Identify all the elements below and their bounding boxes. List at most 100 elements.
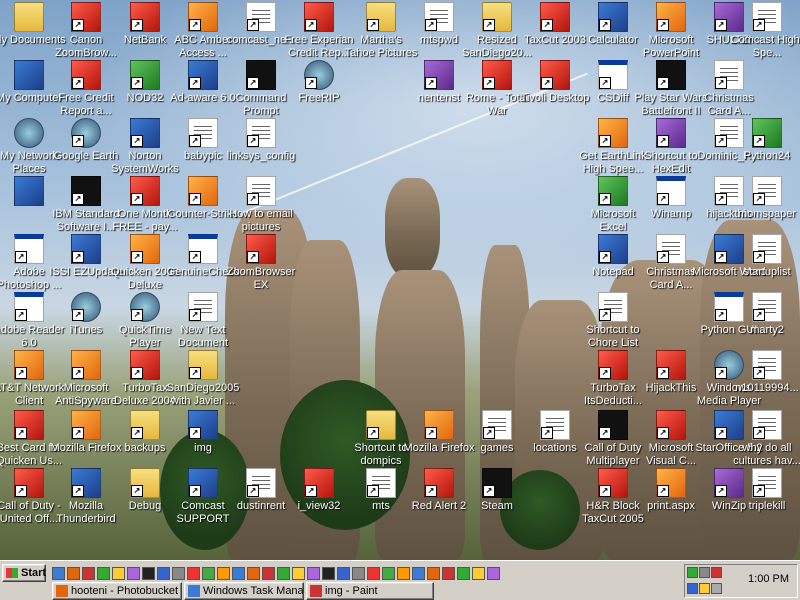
quick-launch-icon[interactable] bbox=[247, 566, 260, 580]
shortcut-arrow-icon: ↗ bbox=[753, 193, 765, 205]
quick-launch-icon[interactable] bbox=[67, 566, 80, 580]
desktop-icon-label: ZoomBrowser EX bbox=[226, 266, 296, 291]
update-icon[interactable] bbox=[699, 583, 710, 594]
quick-launch-icon[interactable] bbox=[382, 566, 395, 580]
messenger-icon[interactable] bbox=[687, 583, 698, 594]
quick-launch-icon[interactable] bbox=[442, 566, 455, 580]
doc-icon: ↗ bbox=[752, 176, 782, 206]
app-icon: ↗ bbox=[598, 234, 628, 264]
quick-launch-icon[interactable] bbox=[262, 566, 275, 580]
red-icon: ↗ bbox=[14, 468, 44, 498]
folder-icon: ↗ bbox=[188, 350, 218, 380]
doc-icon: ↗ bbox=[482, 410, 512, 440]
start-label: Start bbox=[21, 567, 47, 579]
quick-launch-icon[interactable] bbox=[187, 566, 200, 580]
desktop-icon[interactable]: ↗ Christmas Card A... bbox=[692, 60, 766, 118]
quick-launch-icon[interactable] bbox=[487, 566, 500, 580]
shortcut-arrow-icon: ↗ bbox=[367, 485, 379, 497]
quick-launch-icon[interactable] bbox=[112, 566, 125, 580]
desktop-icon[interactable]: ↗ Comcast High-Spe... bbox=[730, 2, 800, 60]
quick-launch-icon[interactable] bbox=[217, 566, 230, 580]
shortcut-arrow-icon: ↗ bbox=[247, 193, 259, 205]
desktop-icon[interactable]: ↗ FreeRIP bbox=[282, 60, 356, 105]
shortcut-arrow-icon: ↗ bbox=[72, 367, 84, 379]
app-icon: ↗ bbox=[71, 234, 101, 264]
desktop-icon-label: linksys_config bbox=[226, 150, 296, 162]
doc-icon: ↗ bbox=[752, 2, 782, 32]
quick-launch-icon[interactable] bbox=[142, 566, 155, 580]
desktop-icon-label: Python24 bbox=[743, 150, 791, 162]
quick-launch-icon[interactable] bbox=[412, 566, 425, 580]
shortcut-arrow-icon: ↗ bbox=[599, 193, 611, 205]
doc-icon: ↗ bbox=[752, 410, 782, 440]
quick-launch-icon[interactable] bbox=[52, 566, 65, 580]
desktop-icon[interactable]: ↗ ZoomBrowser EX bbox=[224, 234, 298, 292]
shortcut-arrow-icon: ↗ bbox=[131, 427, 143, 439]
desktop-icon[interactable]: ↗ Steam bbox=[460, 468, 534, 513]
red-icon: ↗ bbox=[71, 60, 101, 90]
quick-launch-icon[interactable] bbox=[202, 566, 215, 580]
shortcut-arrow-icon: ↗ bbox=[483, 19, 495, 31]
desktop-icon[interactable]: ↗ Python24 bbox=[730, 118, 800, 163]
quick-launch-icon[interactable] bbox=[127, 566, 140, 580]
quick-launch-icon[interactable] bbox=[97, 566, 110, 580]
quick-launch-icon[interactable] bbox=[307, 566, 320, 580]
shortcut-arrow-icon: ↗ bbox=[599, 367, 611, 379]
desktop-icon[interactable]: ↗ img bbox=[166, 410, 240, 455]
shortcut-arrow-icon: ↗ bbox=[131, 193, 143, 205]
shortcut-arrow-icon: ↗ bbox=[247, 135, 259, 147]
desktop-icon[interactable]: ↗ How to email pictures bbox=[224, 176, 298, 234]
desktop-icon[interactable]: ↗ n10119994... bbox=[730, 350, 800, 395]
shortcut-arrow-icon: ↗ bbox=[657, 427, 669, 439]
app-icon bbox=[14, 60, 44, 90]
quick-launch-icon[interactable] bbox=[352, 566, 365, 580]
shortcut-arrow-icon: ↗ bbox=[15, 485, 27, 497]
shortcut-arrow-icon: ↗ bbox=[367, 19, 379, 31]
network-icon[interactable] bbox=[687, 567, 698, 578]
quick-launch-icon[interactable] bbox=[292, 566, 305, 580]
quick-launch-icon[interactable] bbox=[457, 566, 470, 580]
task-button-paint[interactable]: img - Paint bbox=[306, 582, 434, 600]
quick-launch-icon[interactable] bbox=[82, 566, 95, 580]
quick-launch-icon[interactable] bbox=[277, 566, 290, 580]
shortcut-arrow-icon: ↗ bbox=[72, 77, 84, 89]
quick-launch-icon[interactable] bbox=[397, 566, 410, 580]
display-icon[interactable] bbox=[711, 583, 722, 594]
volume-icon[interactable] bbox=[699, 567, 710, 578]
desktop-icon[interactable]: ↗ Shortcut to Chore List bbox=[576, 292, 650, 350]
desktop-icon[interactable]: ↗ marty2 bbox=[730, 292, 800, 337]
desktop-icon[interactable]: ↗ why do all cultures hav... bbox=[730, 410, 800, 468]
quick-launch-icon[interactable] bbox=[157, 566, 170, 580]
task-button-task-manager[interactable]: Windows Task Manager bbox=[184, 582, 304, 600]
desktop-icon[interactable]: ↗ startuplist bbox=[730, 234, 800, 279]
doc-icon: ↗ bbox=[246, 118, 276, 148]
task-button-photobucket[interactable]: hooteni - Photobucket - Vi... bbox=[52, 582, 182, 600]
quick-launch-icon[interactable] bbox=[427, 566, 440, 580]
green-icon: ↗ bbox=[598, 176, 628, 206]
doc-icon: ↗ bbox=[246, 176, 276, 206]
quick-launch-icon[interactable] bbox=[472, 566, 485, 580]
quick-launch-icon[interactable] bbox=[172, 566, 185, 580]
quick-launch-icon[interactable] bbox=[232, 566, 245, 580]
shortcut-arrow-icon: ↗ bbox=[247, 77, 259, 89]
desktop-icon[interactable]: ↗ New Text Document bbox=[166, 292, 240, 350]
quick-launch-icon[interactable] bbox=[367, 566, 380, 580]
shortcut-arrow-icon: ↗ bbox=[715, 19, 727, 31]
shortcut-arrow-icon: ↗ bbox=[189, 427, 201, 439]
shortcut-arrow-icon: ↗ bbox=[657, 367, 669, 379]
desktop-icon[interactable]: ↗ SanDiego2005 with Javier ... bbox=[166, 350, 240, 408]
task-label: Windows Task Manager bbox=[203, 585, 304, 597]
clock[interactable]: 1:00 PM bbox=[748, 573, 789, 585]
desktop[interactable]: My Documents↗Canon ZoomBrow...↗NetBank↗A… bbox=[0, 0, 800, 560]
desktop-icon[interactable]: ↗ triplekill bbox=[730, 468, 800, 513]
doc-icon: ↗ bbox=[714, 60, 744, 90]
shortcut-arrow-icon: ↗ bbox=[425, 19, 437, 31]
desktop-icon[interactable]: ↗ momspaper bbox=[730, 176, 800, 221]
antivirus-icon[interactable] bbox=[711, 567, 722, 578]
shortcut-arrow-icon: ↗ bbox=[189, 485, 201, 497]
quick-launch-icon[interactable] bbox=[337, 566, 350, 580]
quick-launch-icon[interactable] bbox=[322, 566, 335, 580]
orange-icon: ↗ bbox=[71, 410, 101, 440]
desktop-icon[interactable]: ↗ linksys_config bbox=[224, 118, 298, 163]
start-button[interactable]: Start bbox=[2, 564, 46, 582]
